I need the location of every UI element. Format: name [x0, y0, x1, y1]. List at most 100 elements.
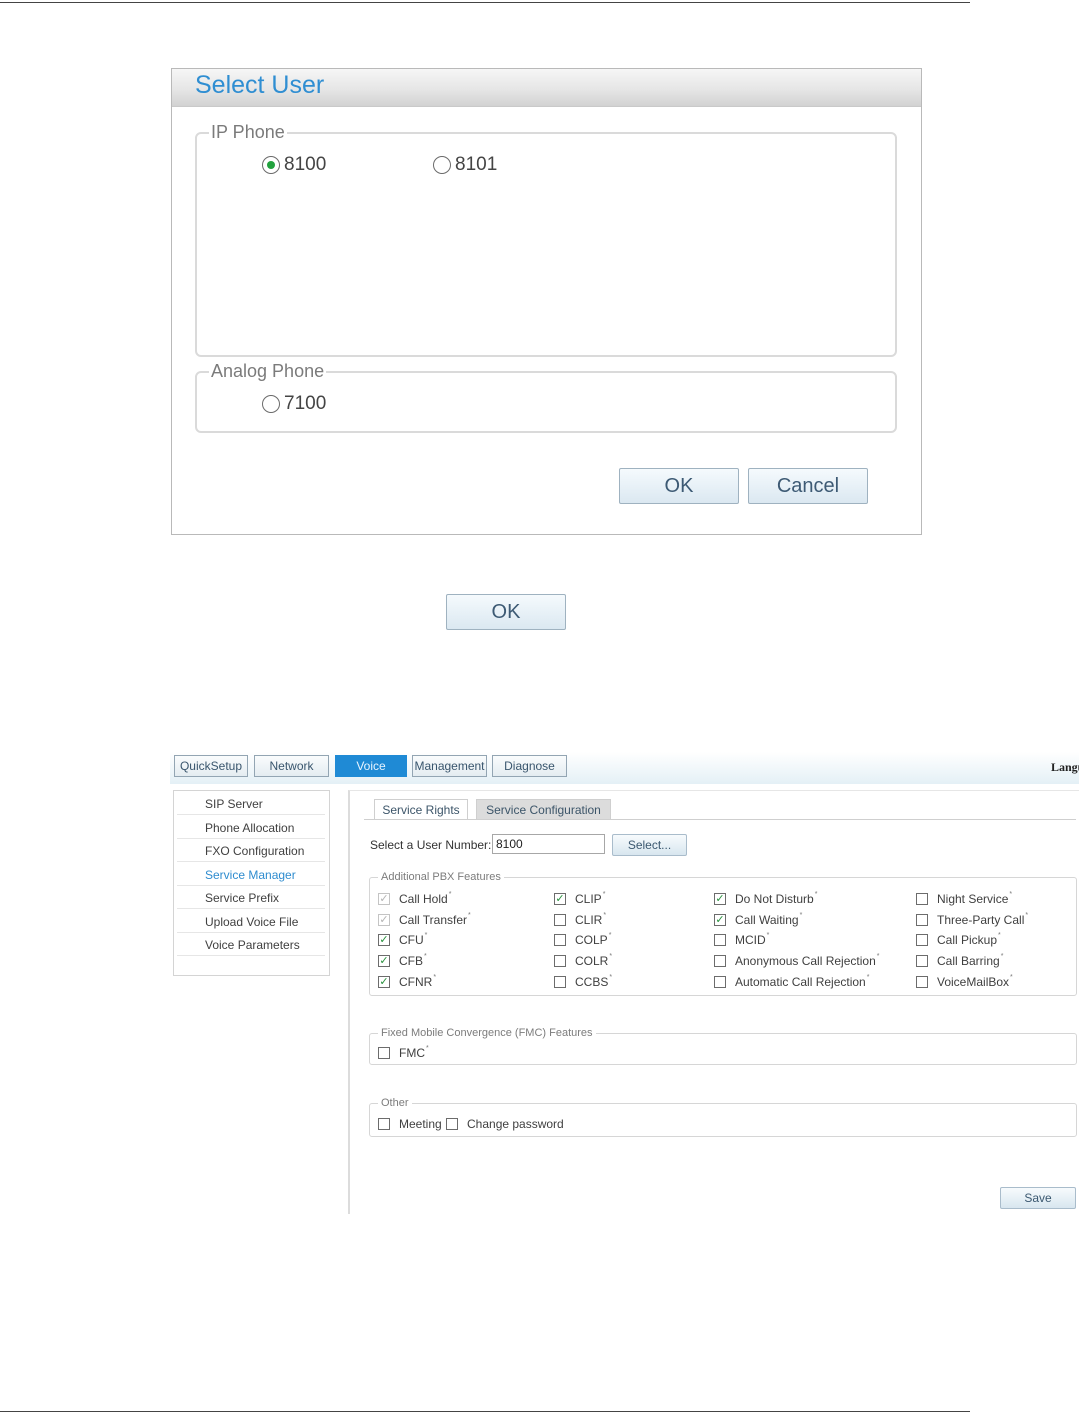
checkbox-icon[interactable] — [916, 955, 928, 967]
checkbox-icon[interactable] — [916, 914, 928, 926]
checkbox-cfb[interactable]: ✓ CFB * — [378, 952, 427, 968]
language-label[interactable]: Langu — [1051, 760, 1079, 775]
checkbox-three-party-call[interactable]: Three-Party Call * — [916, 911, 1029, 927]
superscript-mark: * — [799, 911, 803, 919]
save-button[interactable]: Save — [1000, 1187, 1076, 1209]
superscript-mark: * — [424, 931, 428, 939]
main-content: Service Rights Service Configuration Sel… — [348, 790, 1079, 1214]
checkbox-do-not-disturb[interactable]: ✓ Do Not Disturb * — [714, 890, 818, 906]
checkbox-icon[interactable] — [554, 934, 566, 946]
checkbox-call-barring[interactable]: Call Barring * — [916, 952, 1004, 968]
checkbox-ccbs[interactable]: CCBS * — [554, 973, 613, 989]
checkbox-anonymous-call-rejection[interactable]: Anonymous Call Rejection * — [714, 953, 879, 968]
checkbox-label: MCID — [735, 933, 766, 947]
checkbox-icon[interactable] — [714, 976, 726, 988]
nav-tab-voice[interactable]: Voice — [335, 755, 407, 777]
superscript-mark: * — [1025, 911, 1029, 919]
checkbox-label: CLIP — [575, 892, 602, 906]
ip-phone-legend: IP Phone — [211, 122, 285, 142]
ok-button[interactable]: OK — [446, 594, 566, 630]
checkbox-cfnr[interactable]: ✓ CFNR * — [378, 974, 436, 989]
superscript-mark: * — [609, 952, 613, 960]
checkbox-icon[interactable] — [554, 976, 566, 988]
checkbox-label: Three-Party Call — [937, 913, 1025, 927]
checkbox-label: Call Pickup — [937, 933, 998, 947]
tab-divider — [364, 819, 1076, 820]
superscript-mark: * — [603, 911, 607, 919]
nav-tab-quicksetup[interactable]: QuickSetup — [174, 755, 248, 777]
radio-ip-8100[interactable]: 8100 — [262, 154, 326, 176]
checkbox-call-hold[interactable]: ✓ Call Hold * — [378, 891, 451, 906]
checkmark-icon[interactable]: ✓ — [554, 893, 566, 905]
superscript-mark: * — [814, 890, 818, 898]
checkbox-icon[interactable] — [714, 955, 726, 967]
superscript-mark: * — [424, 952, 427, 960]
checkbox-clip[interactable]: ✓ CLIP * — [554, 891, 605, 906]
checkbox-label: COLP — [575, 933, 608, 947]
checkbox-icon[interactable] — [916, 976, 928, 988]
checkbox-meeting[interactable]: Meeting — [378, 1117, 442, 1131]
sidebar-item-voice-parameters[interactable]: Voice Parameters — [177, 933, 325, 956]
checkbox-automatic-call-rejection[interactable]: Automatic Call Rejection * — [714, 974, 869, 989]
sidebar-item-upload-voice-file[interactable]: Upload Voice File — [177, 910, 325, 933]
checkbox-mcid[interactable]: MCID * — [714, 931, 770, 947]
checkbox-label: VoiceMailBox — [937, 975, 1010, 989]
user-number-input[interactable] — [492, 834, 605, 854]
superscript-mark: * — [1009, 890, 1013, 898]
checkbox-label: CFU — [399, 933, 424, 947]
radio-ip-8101[interactable]: 8101 — [433, 154, 497, 176]
sidebar-item-phone-allocation[interactable]: Phone Allocation — [177, 816, 325, 839]
checkbox-icon[interactable] — [554, 955, 566, 967]
checkbox-colr[interactable]: COLR * — [554, 952, 613, 968]
nav-tab-diagnose[interactable]: Diagnose — [492, 755, 567, 777]
sidebar-item-service-prefix[interactable]: Service Prefix — [177, 886, 325, 909]
checkbox-night-service[interactable]: Night Service * — [916, 890, 1013, 906]
checkbox-icon[interactable] — [378, 1118, 390, 1130]
dialog-ok-button[interactable]: OK — [619, 468, 739, 504]
checkbox-call-pickup[interactable]: Call Pickup * — [916, 932, 1001, 947]
checkbox-label: Meeting — [399, 1117, 442, 1131]
sidebar-item-service-manager[interactable]: Service Manager — [177, 863, 325, 886]
checkbox-icon[interactable] — [916, 893, 928, 905]
checkbox-colp[interactable]: COLP * — [554, 932, 611, 947]
radio-label: 7100 — [284, 393, 327, 414]
checkbox-clir[interactable]: CLIR * — [554, 911, 607, 927]
checkbox-label: CLIR — [575, 913, 603, 927]
sidebar-item-sip-server[interactable]: SIP Server — [177, 792, 325, 815]
checkmark-icon[interactable]: ✓ — [378, 934, 390, 946]
checkmark-icon: ✓ — [378, 892, 390, 905]
checkmark-icon[interactable]: ✓ — [714, 893, 726, 905]
analog-phone-legend: Analog Phone — [211, 361, 325, 381]
radio-unselected-icon — [433, 156, 451, 174]
checkbox-voicemailbox[interactable]: VoiceMailBox * — [916, 974, 1013, 989]
checkmark-icon[interactable]: ✓ — [378, 976, 390, 988]
dialog-cancel-button[interactable]: Cancel — [748, 468, 868, 504]
checkbox-label: Call Hold — [399, 892, 448, 906]
radio-analog-7100[interactable]: 7100 — [262, 393, 326, 415]
checkbox-icon[interactable] — [378, 1047, 390, 1059]
checkbox-icon[interactable] — [446, 1118, 458, 1130]
sidebar-item-fxo-configuration[interactable]: FXO Configuration — [177, 839, 325, 862]
tab-service-configuration[interactable]: Service Configuration — [476, 799, 611, 819]
checkbox-icon[interactable] — [916, 934, 928, 946]
checkbox-fmc[interactable]: FMC * — [378, 1044, 429, 1060]
checkbox-change-password[interactable]: Change password — [446, 1117, 564, 1131]
superscript-mark: * — [609, 973, 613, 981]
nav-tab-management[interactable]: Management — [412, 755, 487, 777]
superscript-mark: * — [426, 1044, 429, 1052]
superscript-mark: * — [766, 931, 770, 939]
select-user-dialog: Select User IP Phone 8100 8101 Analog Ph… — [171, 68, 922, 535]
checkbox-icon[interactable] — [714, 934, 726, 946]
checkmark-icon[interactable]: ✓ — [378, 955, 390, 967]
user-number-label: Select a User Number: — [370, 838, 492, 852]
tab-service-rights[interactable]: Service Rights — [374, 799, 468, 819]
nav-tab-network[interactable]: Network — [254, 755, 329, 777]
checkbox-call-waiting[interactable]: ✓ Call Waiting * — [714, 911, 803, 927]
radio-label: 8101 — [455, 154, 498, 175]
superscript-mark: * — [1000, 952, 1004, 960]
select-user-button[interactable]: Select... — [612, 834, 687, 856]
checkbox-cfu[interactable]: ✓ CFU * — [378, 931, 428, 947]
checkbox-call-transfer[interactable]: ✓ Call Transfer * — [378, 912, 471, 927]
checkbox-icon[interactable] — [554, 914, 566, 926]
checkmark-icon[interactable]: ✓ — [714, 914, 726, 926]
